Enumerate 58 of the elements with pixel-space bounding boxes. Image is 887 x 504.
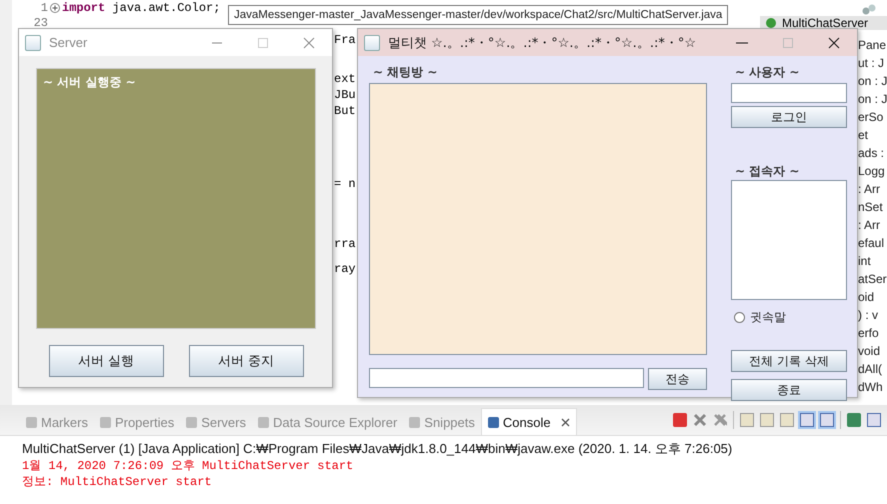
code-fragment: Fra — [334, 33, 356, 47]
outline-item[interactable]: Pane — [858, 36, 887, 54]
console-header: MultiChatServer (1) [Java Application] C:₩Program Files₩Java₩jdk1.8.0_144₩bin₩javaw.exe (2020. 1. 14. 오후 7:26:05) — [22, 440, 734, 458]
code-fragment: = n — [334, 177, 356, 191]
outline-item[interactable]: atSer — [858, 270, 887, 288]
line-number: 23 — [32, 16, 48, 30]
code-fragment: ext — [334, 72, 356, 86]
outline-item[interactable]: : Arr — [858, 216, 887, 234]
view-tab[interactable]: Console — [480, 408, 577, 435]
code-fragment: rra — [334, 237, 356, 251]
console-line: 정보: MultiChatServer start — [22, 474, 213, 490]
outline-title: MultiChatServer — [782, 16, 868, 30]
outline-item[interactable]: on : J — [858, 72, 887, 90]
toolbar-icon[interactable] — [862, 4, 876, 16]
code-fragment: JBu — [334, 88, 356, 102]
outline-item[interactable]: : Arr — [858, 180, 887, 198]
window-title: Server — [49, 35, 88, 50]
send-button[interactable]: 전송 — [648, 368, 707, 390]
stop-icon[interactable] — [673, 413, 687, 427]
outline-item[interactable]: void — [858, 342, 887, 360]
server-button[interactable]: 서버 실행 — [48, 345, 164, 377]
outline-item[interactable]: dWh — [858, 378, 887, 396]
outline-item[interactable]: erSo — [858, 108, 887, 126]
server-button[interactable]: 서버 중지 — [188, 345, 304, 377]
code-line: import java.awt.Color; — [62, 0, 220, 14]
code-fragment: ray — [334, 262, 356, 276]
outline-item[interactable]: erfo — [858, 324, 887, 342]
users-label: ~ 접속자 ~ — [734, 163, 800, 180]
outline-item[interactable]: efaul — [858, 234, 887, 252]
user-label: ~ 사용자 ~ — [734, 64, 800, 81]
server-status: ~ 서버 실행중 ~ — [43, 75, 136, 89]
outline-item[interactable]: et — [858, 126, 887, 144]
window-title: 멀티챗 ☆.。.:*・°☆.。.:*・°☆.。.:*・°☆.。.:*・°☆ — [388, 34, 696, 52]
outline-item[interactable]: on : J — [858, 90, 887, 108]
username-field[interactable] — [731, 83, 847, 103]
class-icon — [766, 18, 776, 28]
exit-button[interactable]: 종료 — [731, 379, 847, 401]
tooltip: JavaMessenger-master_JavaMessenger-master/dev/workspace/Chat2/src/MultiChatServer.java — [228, 5, 728, 25]
expand-icon[interactable] — [50, 2, 60, 12]
console-line: 1월 14, 2020 7:26:09 오후 MultiChatServer start — [22, 458, 354, 474]
chat-label: ~ 채팅방 ~ — [372, 64, 438, 81]
message-field[interactable] — [369, 368, 644, 388]
outline-item[interactable]: dAll( — [858, 360, 887, 378]
remove-icon[interactable] — [693, 413, 707, 427]
line-number: 1 — [40, 0, 48, 14]
close-icon[interactable] — [560, 418, 570, 426]
outline-item[interactable]: oid — [858, 288, 887, 306]
outline-item[interactable]: nSet — [858, 198, 887, 216]
whisper-radio[interactable]: 귓속말 — [731, 309, 847, 326]
outline-item[interactable]: int — [858, 252, 887, 270]
outline-item[interactable]: ads : — [858, 144, 887, 162]
outline-item[interactable]: ut : J — [858, 54, 887, 72]
remove-all-icon[interactable] — [713, 413, 727, 427]
login-button[interactable]: 로그인 — [731, 106, 847, 128]
clear-history-button[interactable]: 전체 기록 삭제 — [731, 350, 847, 372]
outline-item[interactable]: Logg — [858, 162, 887, 180]
outline-item[interactable]: ) : v — [858, 306, 887, 324]
code-fragment: But — [334, 104, 356, 118]
